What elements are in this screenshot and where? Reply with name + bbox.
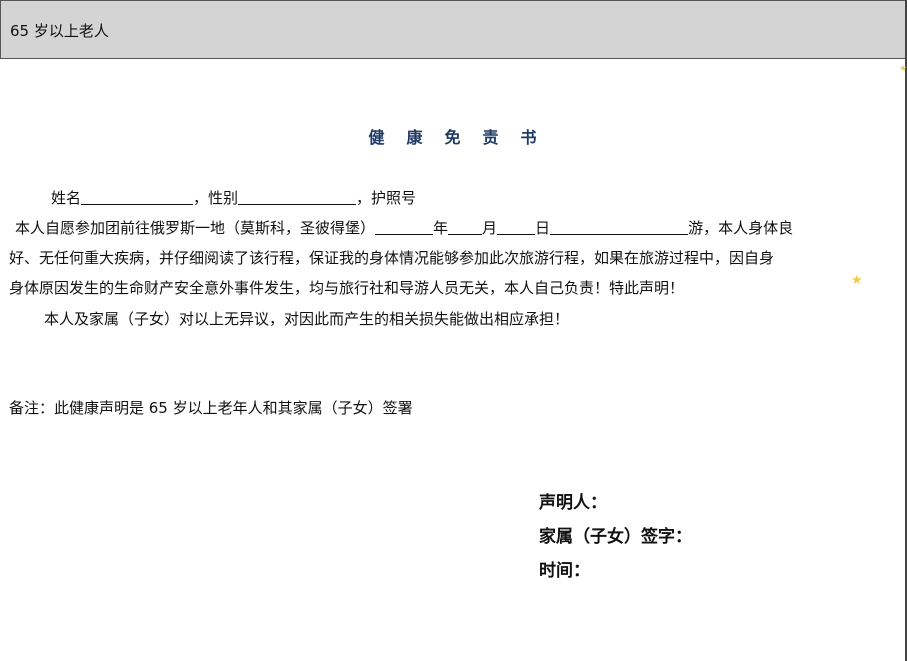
year-blank xyxy=(375,219,434,235)
consent-text: 本人自愿参加团前往俄罗斯一地（莫斯科，圣彼得堡） xyxy=(15,219,376,237)
day-blank xyxy=(497,219,536,235)
personal-info-line: 姓名 ，性别 ，护照号 xyxy=(51,187,416,208)
consent-line: 本人自愿参加团前往俄罗斯一地（莫斯科，圣彼得堡） 年 月 日 游，本人身体良 xyxy=(15,217,793,238)
liability-line: 身体原因发生的生命财产安全意外事件发生，均与旅行社和导游人员无关，本人自己负责！… xyxy=(9,279,685,297)
name-label: 姓名 xyxy=(51,189,82,207)
time-label: 时间： xyxy=(539,561,590,581)
family-signature-label: 家属（子女）签字： xyxy=(539,527,692,547)
month-label: 月 xyxy=(482,219,498,237)
passport-label: ，护照号 xyxy=(356,189,417,207)
top-bar: 65 岁以上老人 xyxy=(0,0,905,59)
consent-text-end: 游，本人身体良 xyxy=(688,219,794,237)
sex-label: ，性别 xyxy=(193,189,239,207)
month-blank xyxy=(448,219,483,235)
document-heading: 健康免责书 xyxy=(368,128,559,147)
star-icon: ★ xyxy=(899,64,907,74)
health-statement-line: 好、无任何重大疾病，并仔细阅读了该行程，保证我的身体情况能够参加此次旅游行程，如… xyxy=(9,249,775,267)
note-line: 备注：此健康声明是 65 岁以上老年人和其家属（子女）签署 xyxy=(9,399,413,417)
day-label: 日 xyxy=(535,219,551,237)
trip-blank xyxy=(550,219,689,235)
star-icon: ★ xyxy=(851,273,863,288)
sex-blank xyxy=(238,189,357,205)
name-blank xyxy=(81,189,194,205)
family-agreement-line: 本人及家属（子女）对以上无异议，对因此而产生的相关损失能做出相应承担！ xyxy=(44,310,570,328)
page-title: 65 岁以上老人 xyxy=(10,22,109,40)
declarant-signature-label: 声明人： xyxy=(539,493,607,513)
year-label: 年 xyxy=(433,219,449,237)
